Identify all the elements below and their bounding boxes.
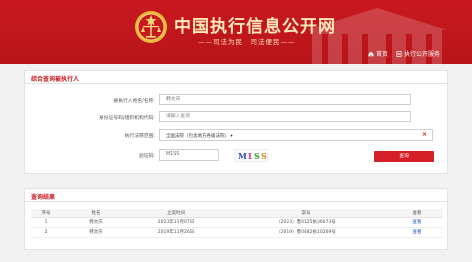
- captcha-input[interactable]: M1SS: [159, 149, 219, 161]
- captcha-image[interactable]: M 1 S S: [234, 149, 268, 162]
- column-header: 查看: [391, 209, 443, 218]
- clear-icon[interactable]: ×: [422, 131, 427, 138]
- view-link[interactable]: 查看: [391, 217, 443, 228]
- row-case-number: （2019）鲁0482执10269号: [221, 227, 391, 238]
- search-button[interactable]: 查询: [374, 151, 434, 162]
- nav-services-label: 执行公开服务: [404, 51, 441, 58]
- home-icon: [368, 51, 374, 56]
- site-header: 中国执行信息公开网 ——司法为民 司法便民—— 首页 执行公开服务: [0, 0, 472, 64]
- name-input[interactable]: 韩文庆: [159, 94, 411, 105]
- row-date: 2019年11月26日: [131, 227, 221, 238]
- site-title: 中国执行信息公开网: [174, 17, 336, 37]
- court-emblem-icon: [135, 11, 167, 43]
- query-panel: 综合查询被执行人 被执行人姓名/名称: 韩文庆 身份证号码/组织机构代码: 请输…: [24, 70, 448, 174]
- results-panel-title: 查询结果: [31, 194, 56, 201]
- row-name: 韩文庆: [61, 217, 131, 228]
- view-link[interactable]: 查看: [391, 227, 443, 238]
- column-header: 案号: [221, 209, 391, 218]
- site-slogan: ——司法为民 司法便民——: [198, 38, 296, 46]
- divider: [25, 83, 447, 84]
- table-row: 2 韩文庆 2019年11月26日 （2019）鲁0482执10269号 查看: [31, 227, 443, 238]
- court-row: 执行法院范围: 全国法院（包含地方各级法院） ▾ ×: [25, 129, 449, 141]
- captcha-label: 验证码:: [138, 154, 155, 159]
- row-name: 韩文庆: [61, 227, 131, 238]
- results-table: 序号 姓名 立案时间 案号 查看 1 韩文庆 2023年11月07日 （2023…: [31, 209, 443, 238]
- court-select-value: 全国法院（包含地方各级法院） ▾: [166, 134, 233, 139]
- results-panel: 查询结果 序号 姓名 立案时间 案号 查看 1 韩文庆 2023年11月07日 …: [24, 188, 448, 250]
- column-header: 立案时间: [131, 209, 221, 218]
- id-label: 身份证号码/组织机构代码:: [99, 116, 155, 121]
- nav-home-label: 首页: [376, 51, 389, 58]
- name-label: 被执行人姓名/名称:: [113, 99, 155, 104]
- column-header: 序号: [31, 209, 61, 218]
- court-select[interactable]: 全国法院（包含地方各级法院） ▾ ×: [159, 129, 433, 141]
- row-date: 2023年11月07日: [131, 217, 221, 228]
- top-nav: 首页 执行公开服务: [368, 49, 440, 58]
- table-row: 1 韩文庆 2023年11月07日 （2023）鲁0125执36673号 查看: [31, 217, 443, 228]
- nav-home[interactable]: 首页: [368, 49, 388, 58]
- nav-enforcement-services[interactable]: 执行公开服务: [396, 49, 440, 58]
- id-row: 身份证号码/组织机构代码: 请输入查询: [25, 111, 449, 123]
- column-header: 姓名: [61, 209, 131, 218]
- table-header-row: 序号 姓名 立案时间 案号 查看: [31, 209, 443, 218]
- court-label: 执行法院范围:: [124, 134, 155, 139]
- divider: [25, 201, 447, 202]
- name-row: 被执行人姓名/名称: 韩文庆: [25, 94, 449, 106]
- row-index: 2: [31, 227, 61, 238]
- row-case-number: （2023）鲁0125执36673号: [221, 217, 391, 228]
- id-input[interactable]: 请输入查询: [159, 111, 411, 122]
- query-panel-title: 综合查询被执行人: [31, 76, 80, 83]
- row-index: 1: [31, 217, 61, 228]
- court-select-text: 全国法院（包含地方各级法院）: [166, 134, 229, 139]
- document-icon: [396, 50, 402, 57]
